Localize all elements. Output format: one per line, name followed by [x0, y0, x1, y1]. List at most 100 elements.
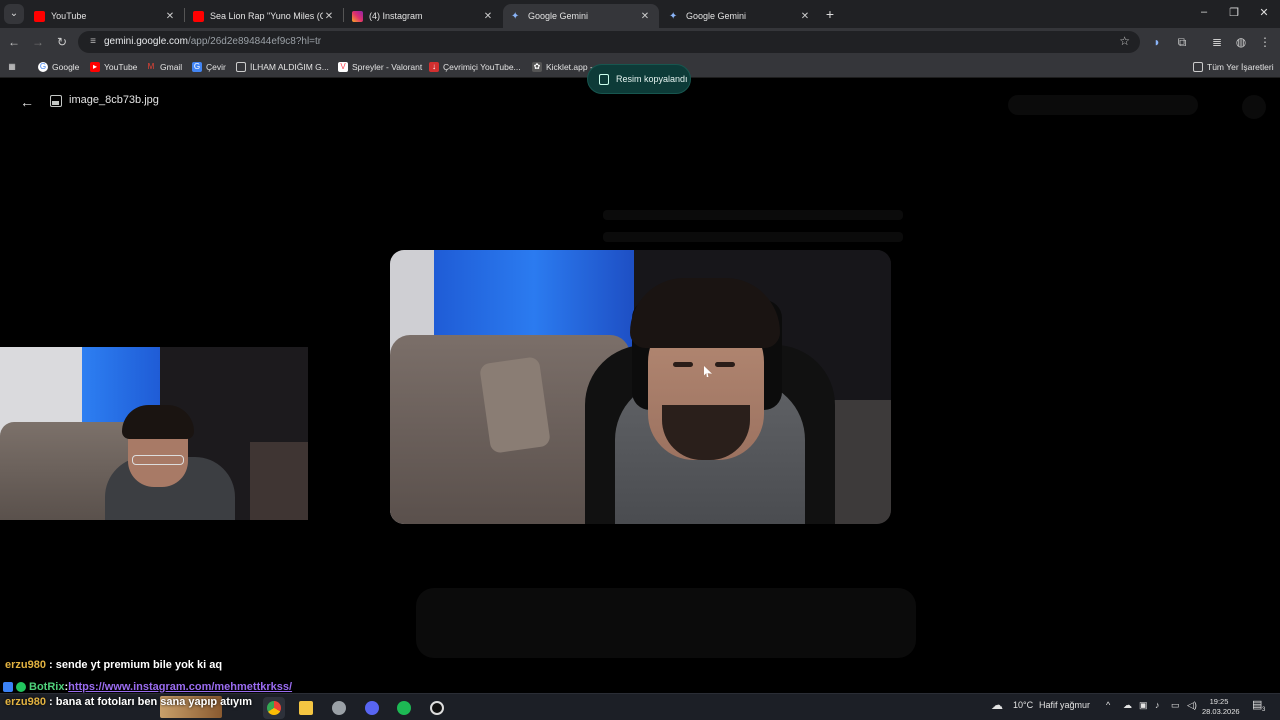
forward-arrow-icon[interactable]: →: [29, 33, 47, 51]
close-icon[interactable]: ✕: [323, 11, 335, 22]
image-file-icon: [50, 95, 62, 107]
close-icon[interactable]: ✕: [799, 11, 811, 22]
bookmark-label: Gmail: [160, 62, 183, 72]
toast-text: Resim kopyalandı: [616, 74, 688, 84]
tab-title: YouTube: [51, 11, 87, 21]
close-icon[interactable]: ✕: [639, 11, 651, 22]
background-ghost-text: [603, 232, 903, 242]
back-arrow-icon[interactable]: ←: [18, 93, 36, 111]
background-ghost-input: [416, 588, 916, 658]
microphone-icon[interactable]: ♪: [1155, 700, 1160, 710]
photo-eye-right: [715, 362, 735, 367]
tab-title: Sea Lion Rap "Yuno Miles (Offic: [210, 11, 323, 21]
chat-username: erzu980: [5, 696, 46, 708]
discord-icon: [365, 701, 379, 715]
tab-search-button[interactable]: ⌄: [4, 4, 24, 24]
apps-grid-icon[interactable]: ▦: [7, 60, 21, 74]
bookmark-gmail[interactable]: M Gmail: [146, 60, 183, 74]
window-close-icon[interactable]: ✕: [1256, 6, 1272, 19]
translate-icon: G: [192, 62, 202, 72]
chat-username: BotRix: [29, 681, 65, 693]
background-ghost-text: [603, 210, 903, 220]
bookmark-cevir[interactable]: G Çevir: [192, 60, 226, 74]
bookmark-label: Spreyler - Valorant: [352, 62, 423, 72]
screen: ⌄ YouTube ✕ Sea Lion Rap "Yuno Miles (Of…: [0, 0, 1280, 720]
tab-strip: ⌄ YouTube ✕ Sea Lion Rap "Yuno Miles (Of…: [0, 0, 1280, 28]
weather-desc[interactable]: Hafif yağmur: [1039, 700, 1090, 710]
profile-avatar-icon[interactable]: ◍: [1232, 33, 1250, 51]
webcam-overlay: [0, 347, 308, 520]
taskbar-explorer[interactable]: [295, 697, 317, 719]
image-filename: image_8cb73b.jpg: [69, 94, 159, 106]
folder-icon: [236, 62, 246, 72]
valorant-icon: V: [338, 62, 348, 72]
extensions-icon[interactable]: ⧉: [1173, 33, 1191, 51]
cam-hair: [122, 405, 194, 439]
chat-link[interactable]: https://www.instagram.com/mehmettkrkss/: [68, 681, 292, 693]
taskbar-spotify[interactable]: [393, 697, 415, 719]
address-text[interactable]: gemini.google.com/app/26d2e894844ef9c8?h…: [104, 35, 321, 49]
bookmark-cevrimici[interactable]: ↓ Çevrimiçi YouTube...: [429, 60, 521, 74]
bookmark-youtube[interactable]: ▸ YouTube: [90, 60, 137, 74]
bookmark-google[interactable]: G Google: [38, 60, 79, 74]
close-icon[interactable]: ✕: [482, 11, 494, 22]
weather-icon[interactable]: ☁: [991, 698, 1003, 712]
gemini-icon: ✦: [511, 10, 520, 22]
chat-message: erzu980 : sende yt premium bile yok ki a…: [5, 659, 222, 671]
address-bar[interactable]: ≡ gemini.google.com/app/26d2e894844ef9c8…: [78, 31, 1140, 53]
close-icon[interactable]: ✕: [164, 11, 176, 22]
taskbar-app-vpn[interactable]: [328, 697, 350, 719]
converter-icon: ↓: [429, 62, 439, 72]
chat-text: : bana at fotoları ben sana yapıp atıyım: [45, 696, 252, 708]
onedrive-icon[interactable]: ☁: [1123, 700, 1132, 711]
url-path: /app/26d2e894844ef9c8?hl=tr: [187, 36, 322, 47]
bookmark-star-icon[interactable]: ☆: [1119, 34, 1130, 48]
obs-icon: [430, 701, 444, 715]
taskbar-chrome[interactable]: [263, 697, 285, 719]
bot-badge-icon: [3, 682, 13, 692]
bookmark-label: Çevir: [206, 62, 226, 72]
bookmark-label: Google: [52, 62, 80, 72]
folder-icon: [1193, 62, 1203, 72]
media-control-icon[interactable]: ≣: [1208, 33, 1226, 51]
photo-cushion: [479, 356, 551, 454]
background-ghost-button: [1008, 95, 1198, 115]
volume-icon[interactable]: ◁): [1187, 700, 1197, 711]
youtube-icon: [193, 10, 204, 22]
gemini-live-icon[interactable]: ◗: [1148, 33, 1166, 51]
bookmark-spreyler[interactable]: V Spreyler - Valorant: [338, 60, 422, 74]
copy-icon: [599, 73, 609, 85]
network-icon[interactable]: ▭: [1171, 700, 1180, 711]
tab-title: (4) Instagram: [369, 11, 423, 21]
windows-taskbar: erzu980 : bana at fotoları ben sana yapı…: [0, 693, 1280, 720]
site-info-icon[interactable]: ≡: [86, 35, 100, 49]
tab-sea-lion-rap[interactable]: Sea Lion Rap "Yuno Miles (Offic ✕: [185, 4, 343, 28]
restore-icon[interactable]: ❐: [1226, 6, 1242, 19]
tab-instagram[interactable]: (4) Instagram ✕: [344, 4, 502, 28]
taskbar-discord[interactable]: [361, 697, 383, 719]
chat-text: : sende yt premium bile yok ki aq: [45, 659, 223, 671]
spotify-icon: [397, 701, 411, 715]
youtube-icon: ▸: [90, 62, 100, 72]
chrome-icon: [267, 701, 281, 715]
minimize-icon[interactable]: –: [1196, 6, 1212, 18]
tab-gemini[interactable]: ✦ Google Gemini ✕: [661, 4, 819, 28]
viewed-image[interactable]: [390, 250, 891, 524]
all-bookmarks-folder[interactable]: Tüm Yer İşaretleri: [1193, 60, 1274, 74]
bookmark-folder-ilham[interactable]: İLHAM ALDIĞIM G...: [236, 60, 329, 74]
new-tab-button[interactable]: +: [822, 6, 838, 22]
notifications-icon[interactable]: ▤: [1252, 698, 1262, 711]
tab-youtube[interactable]: YouTube ✕: [26, 4, 184, 28]
reload-icon[interactable]: ↻: [53, 33, 71, 51]
taskbar-obs[interactable]: [426, 697, 448, 719]
photo-hair: [630, 278, 780, 348]
tab-gemini-active[interactable]: ✦ Google Gemini ✕: [503, 4, 659, 28]
menu-kebab-icon[interactable]: ⋮: [1256, 33, 1274, 51]
back-arrow-icon[interactable]: ←: [5, 33, 23, 51]
tray-app-icon[interactable]: ▣: [1139, 700, 1148, 711]
cam-boxes: [250, 442, 308, 520]
taskbar-clock[interactable]: 19:25 28.03.2026: [1202, 697, 1240, 717]
gemini-icon: ✦: [669, 10, 678, 22]
tray-chevron-up-icon[interactable]: ^: [1106, 700, 1110, 710]
weather-temp[interactable]: 10°C: [1013, 700, 1033, 710]
